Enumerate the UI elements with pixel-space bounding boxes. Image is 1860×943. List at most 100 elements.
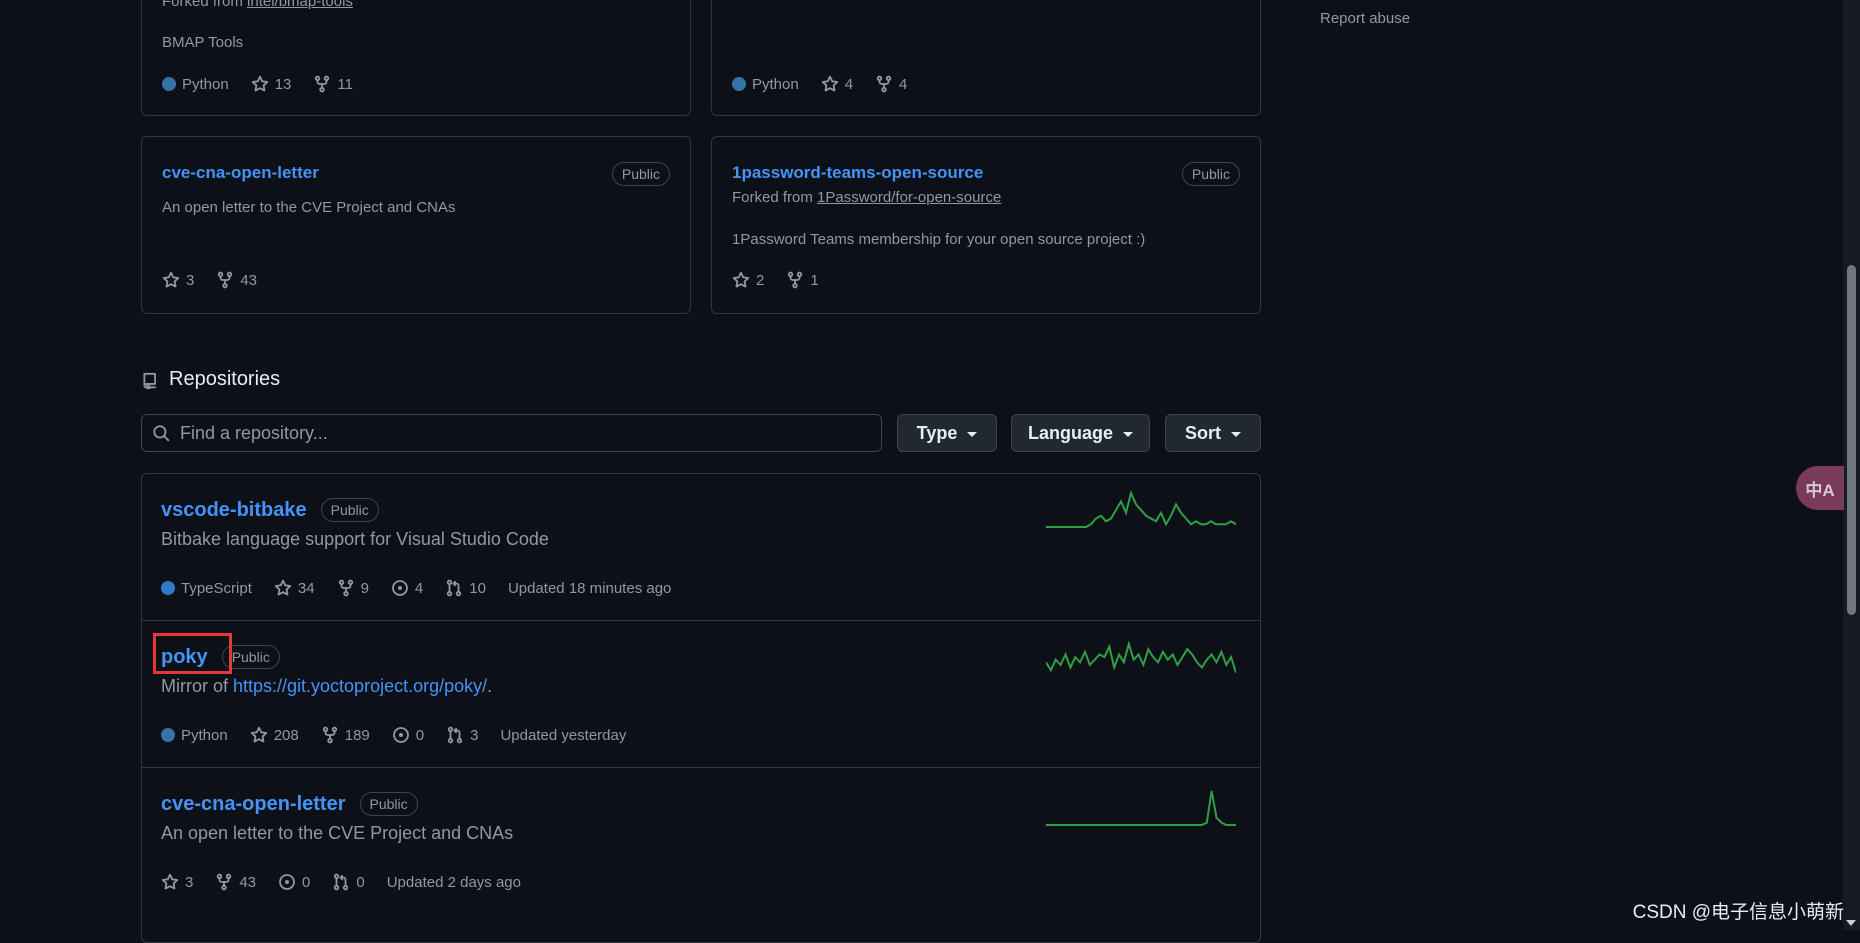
pinned-description: 1Password Teams membership for your open… xyxy=(732,231,1146,248)
forks-link[interactable]: 43 xyxy=(215,873,256,891)
issues-link[interactable]: 4 xyxy=(391,579,423,597)
pinned-card-bmap-tools: Forked from intel/bmap-tools BMAP Tools … xyxy=(141,0,691,116)
page-scrollbar[interactable] xyxy=(1843,0,1860,930)
pinned-meta: 2 1 xyxy=(732,271,819,289)
updated-time: Updated yesterday xyxy=(500,726,627,744)
scrollbar-thumb[interactable] xyxy=(1847,265,1856,615)
pinned-meta: 3 43 xyxy=(162,271,257,289)
pull-requests-link[interactable]: 0 xyxy=(332,873,365,891)
pull-requests-link[interactable]: 3 xyxy=(446,726,478,744)
repo-name-link[interactable]: vscode-bitbake xyxy=(161,499,307,522)
repo-title-line: cve-cna-open-letter Public xyxy=(161,792,418,816)
fork-icon xyxy=(322,726,337,744)
translate-float-button[interactable]: 中A xyxy=(1796,466,1844,510)
forked-from-link[interactable]: 1Password/for-open-source xyxy=(817,189,1001,206)
search-icon xyxy=(153,425,170,442)
repo-description: Bitbake language support for Visual Stud… xyxy=(161,529,549,549)
forked-from-text: Forked from intel/bmap-tools xyxy=(162,0,353,10)
fork-icon xyxy=(218,271,233,289)
language: Python xyxy=(732,76,799,93)
issues-link[interactable]: 0 xyxy=(278,873,310,891)
forked-from-text: Forked from 1Password/for-open-source xyxy=(732,189,1002,206)
forks-link[interactable]: 1 xyxy=(786,271,819,289)
pinned-meta: Python 4 4 xyxy=(732,75,907,93)
caret-down-icon xyxy=(1123,431,1133,437)
pinned-description: BMAP Tools xyxy=(162,34,244,51)
language-color-dot xyxy=(161,581,175,595)
star-icon xyxy=(161,873,179,890)
pull-request-icon xyxy=(334,873,349,891)
activity-line xyxy=(1046,490,1236,528)
repository-row: cve-cna-open-letter Public An open lette… xyxy=(141,767,1261,915)
issue-icon xyxy=(279,874,295,890)
issue-icon xyxy=(392,727,409,743)
pinned-repo-name[interactable]: 1password-teams-open-source xyxy=(732,163,983,183)
fork-icon xyxy=(217,873,232,891)
activity-sparkline xyxy=(1046,490,1236,528)
repo-description: Mirror of https://git.yoctoproject.org/p… xyxy=(161,676,493,696)
pinned-card-top-right: Python 4 4 xyxy=(711,0,1261,116)
visibility-badge: Public xyxy=(320,498,379,522)
highlight-box xyxy=(153,633,232,674)
repositories-heading: Repositories xyxy=(141,368,280,391)
star-icon xyxy=(274,579,292,596)
fork-icon xyxy=(788,271,803,289)
watermark: CSDN @电子信息小萌新 xyxy=(1632,902,1844,923)
stars-link[interactable]: 4 xyxy=(821,75,853,93)
visibility-badge: Public xyxy=(359,792,418,816)
repository-row: vscode-bitbake Public Bitbake language s… xyxy=(141,474,1261,620)
pull-request-icon xyxy=(447,726,463,744)
stars-link[interactable]: 3 xyxy=(161,873,193,891)
pull-request-icon xyxy=(447,579,462,597)
repo-icon xyxy=(143,372,156,389)
star-icon xyxy=(732,271,750,288)
stars-link[interactable]: 2 xyxy=(732,271,764,289)
repository-row: poky Public Mirror of https://git.yoctop… xyxy=(141,620,1261,768)
repo-description: An open letter to the CVE Project and CN… xyxy=(161,823,514,843)
language: Python xyxy=(161,727,228,744)
pinned-repo-name[interactable]: cve-cna-open-letter xyxy=(162,163,319,183)
sort-filter-button[interactable]: Sort xyxy=(1165,414,1261,452)
fork-icon xyxy=(338,579,353,597)
forked-from-link[interactable]: intel/bmap-tools xyxy=(247,0,353,10)
forks-link[interactable]: 11 xyxy=(313,75,353,93)
caret-down-icon xyxy=(1231,431,1241,437)
updated-time: Updated 18 minutes ago xyxy=(507,579,672,597)
stars-link[interactable]: 3 xyxy=(162,271,194,289)
pull-requests-link[interactable]: 10 xyxy=(445,579,486,597)
repo-name-link[interactable]: cve-cna-open-letter xyxy=(161,793,346,816)
repo-meta: Python 208 189 0 3 Updated yesterday xyxy=(161,726,626,744)
activity-sparkline xyxy=(1046,641,1236,674)
activity-line xyxy=(1046,641,1236,674)
activity-line xyxy=(1046,790,1236,826)
issue-icon xyxy=(392,580,408,596)
fork-icon xyxy=(315,75,330,93)
forks-link[interactable]: 43 xyxy=(216,271,257,289)
forks-link[interactable]: 4 xyxy=(875,75,907,93)
language-color-dot xyxy=(162,77,176,91)
forks-link[interactable]: 9 xyxy=(337,579,369,597)
description-link[interactable]: https://git.yoctoproject.org/poky/ xyxy=(233,676,487,696)
issues-link[interactable]: 0 xyxy=(392,726,424,744)
stars-link[interactable]: 13 xyxy=(251,75,291,93)
repo-meta: TypeScript 34 9 4 10 Updated 18 minutes … xyxy=(161,579,671,597)
stars-link[interactable]: 208 xyxy=(250,726,299,744)
pinned-description: An open letter to the CVE Project and CN… xyxy=(162,199,456,216)
language: Python xyxy=(162,76,229,93)
type-filter-button[interactable]: Type xyxy=(897,414,997,452)
language-filter-button[interactable]: Language xyxy=(1011,414,1150,452)
find-repository-field[interactable] xyxy=(141,414,882,452)
updated-time: Updated 2 days ago xyxy=(386,873,521,891)
forks-link[interactable]: 189 xyxy=(321,726,370,744)
repo-title-line: vscode-bitbake Public xyxy=(161,498,379,522)
visibility-badge: Public xyxy=(611,162,670,186)
stars-link[interactable]: 34 xyxy=(274,579,315,597)
translate-icon: 中A xyxy=(1805,480,1835,500)
find-repository-input[interactable] xyxy=(178,421,862,445)
language-color-dot xyxy=(732,77,746,91)
report-abuse-link[interactable]: Report abuse xyxy=(1320,10,1410,27)
scroll-down-arrow-icon[interactable] xyxy=(1846,920,1856,926)
activity-sparkline xyxy=(1046,790,1236,826)
star-icon xyxy=(821,75,838,92)
pinned-card-1password-teams-open-source: 1password-teams-open-source Public Forke… xyxy=(711,136,1261,314)
